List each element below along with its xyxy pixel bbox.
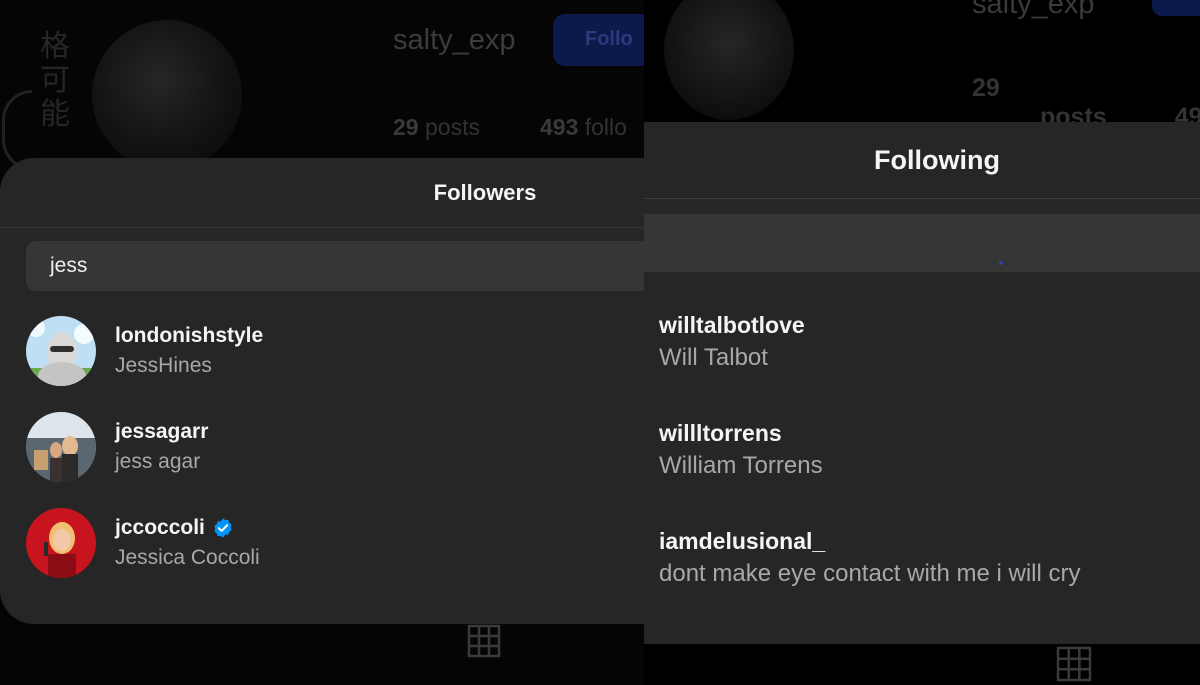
- following-handle[interactable]: willtalbotlove: [659, 312, 805, 339]
- follower-handle[interactable]: jccoccoli: [115, 516, 260, 540]
- follower-handle-text[interactable]: jccoccoli: [115, 516, 205, 540]
- follower-row[interactable]: jessagarr jess agar: [26, 412, 208, 482]
- profile-avatar[interactable]: [92, 20, 242, 170]
- followers-stat[interactable]: 493 follo: [540, 114, 627, 140]
- follower-name: Jessica Coccoli: [115, 546, 260, 569]
- following-name: William Torrens: [659, 452, 823, 479]
- grid-icon[interactable]: [1056, 646, 1092, 682]
- follower-name: JessHines: [115, 354, 212, 377]
- follower-handle[interactable]: jessagarr: [115, 420, 208, 444]
- right-screenshot: salty_exp 29 posts493 Following willtalb…: [644, 0, 1200, 685]
- loading-dot: [999, 261, 1003, 265]
- posts-label: posts: [424, 114, 480, 140]
- profile-username: salty_exp: [972, 0, 1095, 20]
- followers-modal: Followers jess londonishstyle JessHines: [0, 158, 644, 624]
- left-screenshot: 格可能 salty_exp Follo 29 posts 493 follo Fo…: [0, 0, 644, 685]
- follower-name: jess agar: [115, 450, 201, 473]
- follower-row[interactable]: londonishstyle JessHines: [26, 316, 263, 386]
- following-handle[interactable]: willltorrens: [659, 420, 823, 447]
- modal-header: Following: [644, 122, 1200, 199]
- search-input[interactable]: jess: [26, 241, 644, 291]
- verified-badge-icon: [214, 518, 232, 538]
- following-handle[interactable]: iamdelusional_: [659, 528, 1081, 555]
- followers-label: follo: [584, 114, 627, 140]
- modal-title: Followers: [433, 179, 537, 205]
- avatar[interactable]: [26, 316, 96, 386]
- followers-count: 493: [539, 114, 579, 140]
- profile-username: salty_exp: [393, 24, 516, 56]
- following-row[interactable]: willltorrens William Torrens: [659, 420, 823, 480]
- avatar[interactable]: [26, 412, 96, 482]
- follower-handle[interactable]: londonishstyle: [115, 324, 263, 348]
- background-kanji: 格可能: [40, 29, 70, 132]
- following-row[interactable]: iamdelusional_ dont make eye contact wit…: [659, 528, 1081, 588]
- follow-button[interactable]: Follo: [553, 14, 644, 66]
- modal-header: Followers: [0, 158, 644, 228]
- modal-title: Following: [874, 144, 1000, 175]
- following-modal: Following willtalbotlove Will Talbot wil…: [644, 122, 1200, 644]
- follower-row[interactable]: jccoccoli Jessica Coccoli: [26, 508, 260, 578]
- following-name: Will Talbot: [659, 344, 768, 371]
- following-row[interactable]: willtalbotlove Will Talbot: [659, 312, 805, 372]
- avatar[interactable]: [26, 508, 96, 578]
- profile-avatar[interactable]: [664, 0, 794, 120]
- grid-icon[interactable]: [467, 624, 501, 658]
- profile-stats: 29 posts 493 follo: [393, 114, 627, 141]
- following-name: dont make eye contact with me i will cry: [659, 560, 1081, 587]
- follow-button[interactable]: [1152, 0, 1200, 16]
- posts-stat[interactable]: 29 posts: [393, 114, 480, 140]
- search-input[interactable]: [644, 214, 1200, 272]
- posts-count: 29: [972, 74, 1000, 102]
- posts-count: 29: [393, 114, 419, 140]
